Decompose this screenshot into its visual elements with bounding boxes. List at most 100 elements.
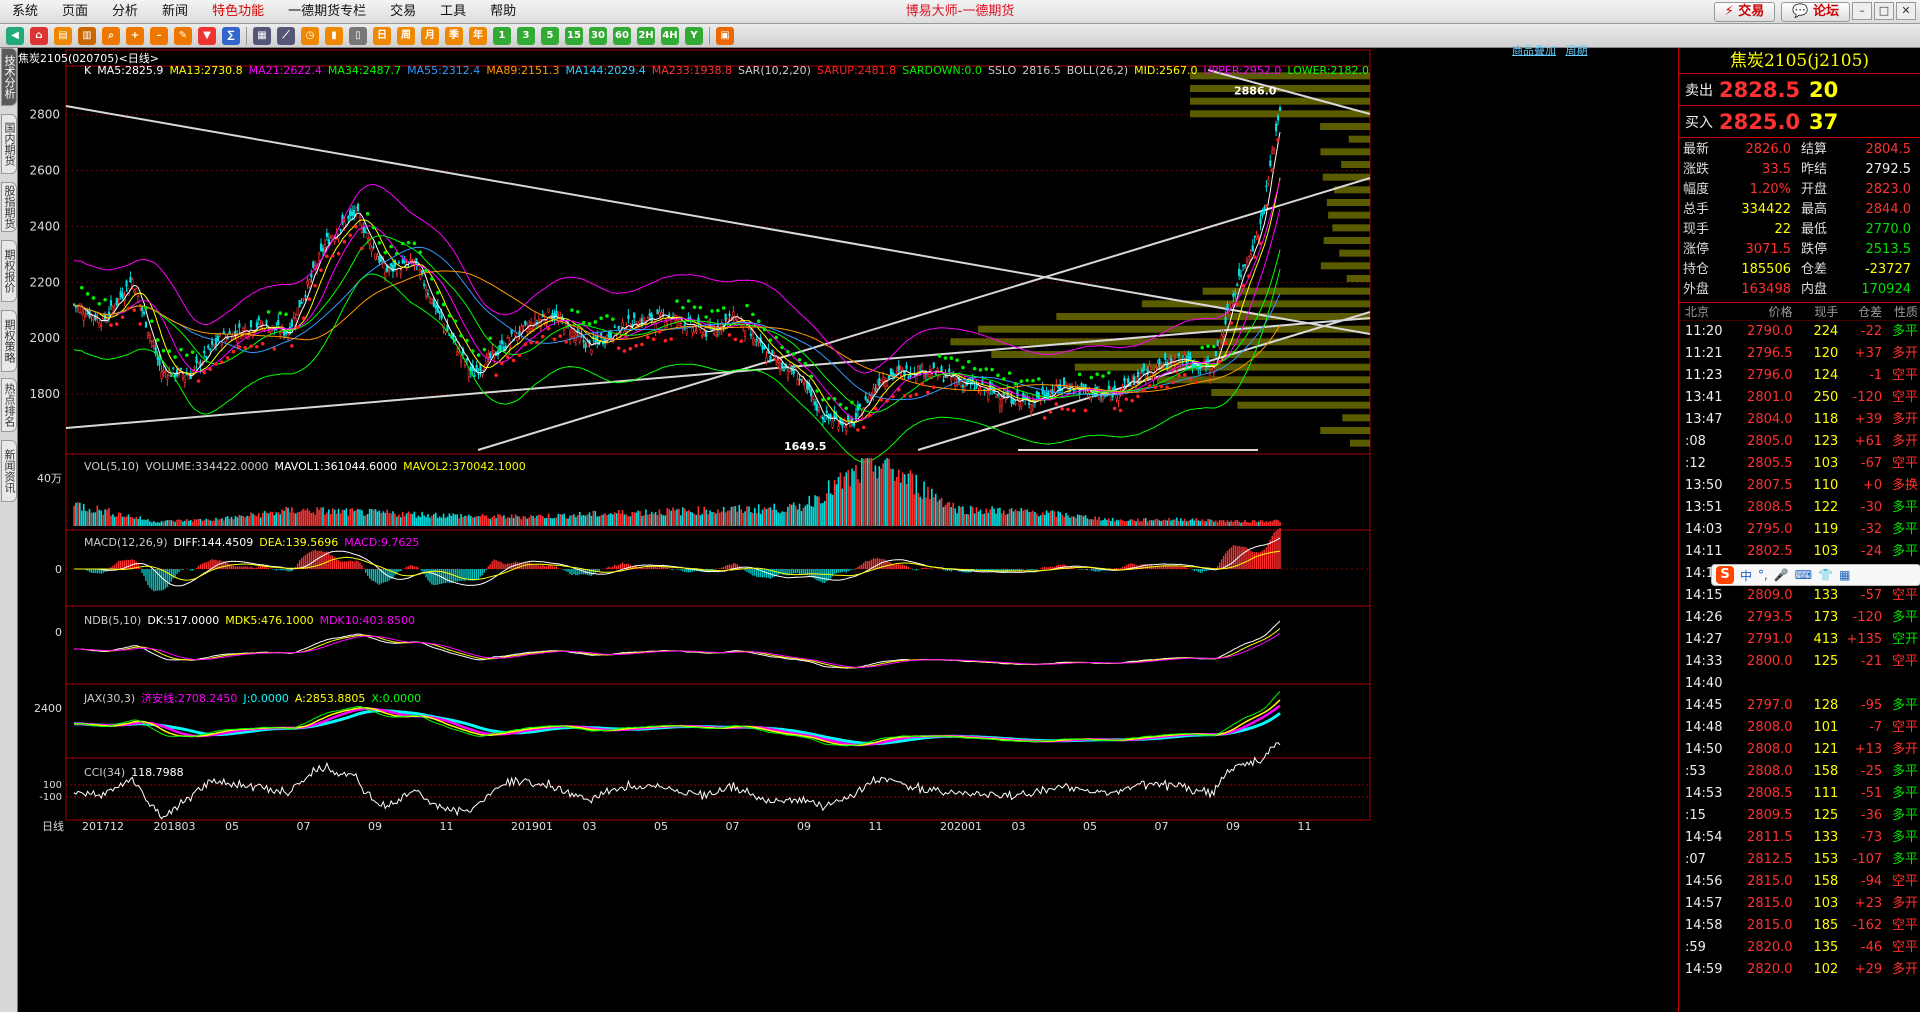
period-y-icon[interactable]: Y <box>685 26 703 45</box>
search-icon[interactable]: ⌕ <box>102 26 120 45</box>
tick-row: 14:45 2797.0 128 -95 多平 <box>1679 695 1920 717</box>
menu-item[interactable]: 交易 <box>378 0 428 24</box>
macd-bar <box>174 569 176 577</box>
alarm-icon[interactable]: ◷ <box>301 26 319 45</box>
candle-body <box>1253 236 1256 238</box>
volume-bar <box>847 470 849 526</box>
volume-bar <box>896 476 898 526</box>
tick-list[interactable]: 11:20 2790.0 224 -22 多平 11:21 2796.5 120 +37 多开 11… <box>1679 321 1920 981</box>
menu-item[interactable]: 帮助 <box>478 0 528 24</box>
period-season-icon[interactable]: 季 <box>445 26 463 45</box>
settings-icon[interactable]: ▣ <box>716 26 734 45</box>
period-day-icon[interactable]: 日 <box>373 26 391 45</box>
left-tab[interactable]: 期权策略 <box>1 310 17 372</box>
volume-bar <box>234 515 237 526</box>
line-chart-icon[interactable]: ⟋ <box>277 26 295 45</box>
volume-bar <box>1187 521 1190 526</box>
period-5m-icon[interactable]: 5 <box>541 26 559 45</box>
overlay-link[interactable]: 商品叠加 <box>1512 44 1556 57</box>
period-60m-icon[interactable]: 60 <box>613 26 631 45</box>
ime-skin-icon[interactable]: 👕 <box>1818 568 1833 582</box>
macd-bar <box>1092 569 1094 572</box>
doc2-icon[interactable]: ▯ <box>349 26 367 45</box>
period-30m-icon[interactable]: 30 <box>589 26 607 45</box>
candle-body <box>1234 293 1237 295</box>
buy-row[interactable]: 买入 2825.0 37 <box>1679 106 1920 138</box>
period-month-icon[interactable]: 月 <box>421 26 439 45</box>
sar-dot <box>1130 398 1134 403</box>
sar-dot <box>255 344 259 349</box>
volume-bar <box>1205 521 1207 526</box>
candle-body <box>205 356 208 358</box>
chart-canvas[interactable]: 1800200022002400260028002886.01649.540万0… <box>18 48 1678 1012</box>
ime-mic-icon[interactable]: 🎤 <box>1774 568 1789 582</box>
trade-button[interactable]: ⚡ 交易 <box>1713 2 1776 22</box>
ime-toolbar[interactable]: S 中 °, 🎤 ⌨ 👕 ▦ <box>1711 564 1920 586</box>
volume-bar <box>967 514 970 526</box>
funnel-icon[interactable]: ▼ <box>198 26 216 45</box>
period-week-icon[interactable]: 周 <box>397 26 415 45</box>
candle-body <box>907 376 910 379</box>
volume-bar <box>627 516 630 526</box>
close-icon[interactable]: ✕ <box>1896 2 1916 20</box>
zoom-in-icon[interactable]: + <box>126 26 144 45</box>
period-1m-icon[interactable]: 1 <box>493 26 511 45</box>
ime-keyboard-icon[interactable]: ⌨ <box>1795 568 1812 582</box>
left-tab[interactable]: 新闻资讯 <box>1 440 17 502</box>
macd-bar <box>580 569 583 575</box>
period-link[interactable]: 周期 <box>1566 44 1588 57</box>
macd-bar <box>1034 569 1036 570</box>
left-tab[interactable]: 国内期货 <box>1 114 17 174</box>
volume-bar <box>117 512 120 526</box>
ime-punct[interactable]: °, <box>1758 568 1768 582</box>
menu-item[interactable]: 页面 <box>50 0 100 24</box>
draw-icon[interactable]: ✎ <box>174 26 192 45</box>
home-icon[interactable]: ⌂ <box>30 26 48 45</box>
menu-item[interactable]: 系统 <box>0 0 50 24</box>
macd-bar <box>942 569 945 571</box>
tick-type: 多开 <box>1891 896 1918 911</box>
macd-bar <box>176 569 178 574</box>
ime-grid-icon[interactable]: ▦ <box>1839 568 1850 582</box>
menu-item[interactable]: 特色功能 <box>200 0 276 24</box>
left-tab[interactable]: 股指期货 <box>1 182 17 232</box>
sell-row[interactable]: 卖出 2828.5 20 <box>1679 74 1920 106</box>
chart-area[interactable]: 1800 2000 2200 2400 2600 2800 2886.0 1649.5 40万 0… <box>18 44 1678 1012</box>
candle-body <box>364 231 367 234</box>
zoom-out-icon[interactable]: – <box>150 26 168 45</box>
back-icon[interactable]: ◀ <box>6 26 24 45</box>
menu-item[interactable]: 新闻 <box>150 0 200 24</box>
left-tab[interactable]: 技术分析 <box>1 48 17 106</box>
menu-item[interactable]: 分析 <box>100 0 150 24</box>
macd-bar <box>1174 566 1176 569</box>
macd-bar <box>1026 569 1028 570</box>
candle-body <box>1041 387 1044 395</box>
menu-item[interactable]: 一德期货专栏 <box>276 0 378 24</box>
left-tab[interactable]: 热点排名 <box>1 378 17 432</box>
candle-body <box>424 289 428 297</box>
period-year-icon[interactable]: 年 <box>469 26 487 45</box>
doc-icon[interactable]: ▥ <box>78 26 96 45</box>
period-2h-icon[interactable]: 2H <box>637 26 655 45</box>
candle-body <box>747 327 751 330</box>
menu-item[interactable]: 工具 <box>428 0 478 24</box>
tick-volume: 185 <box>1813 918 1839 933</box>
period-3m-icon[interactable]: 3 <box>517 26 535 45</box>
bar-chart-icon[interactable]: ▮ <box>325 26 343 45</box>
macd-bar <box>277 569 279 570</box>
ime-logo-icon[interactable]: S <box>1716 566 1734 584</box>
grid-icon[interactable]: ▦ <box>253 26 271 45</box>
candle-body <box>1168 357 1171 364</box>
period-15m-icon[interactable]: 15 <box>565 26 583 45</box>
maximize-icon[interactable]: □ <box>1874 2 1894 20</box>
minimize-icon[interactable]: – <box>1852 2 1872 20</box>
ime-mode[interactable]: 中 <box>1740 567 1752 584</box>
period-4h-icon[interactable]: 4H <box>661 26 679 45</box>
forum-button[interactable]: 💬 论坛 <box>1781 2 1850 22</box>
book-icon[interactable]: ▤ <box>54 26 72 45</box>
volume-bar <box>1224 522 1227 526</box>
candle-body <box>823 420 826 423</box>
calc-icon[interactable]: ∑ <box>222 26 240 45</box>
left-tab[interactable]: 期权报价 <box>1 240 17 302</box>
candle-body <box>432 299 435 307</box>
